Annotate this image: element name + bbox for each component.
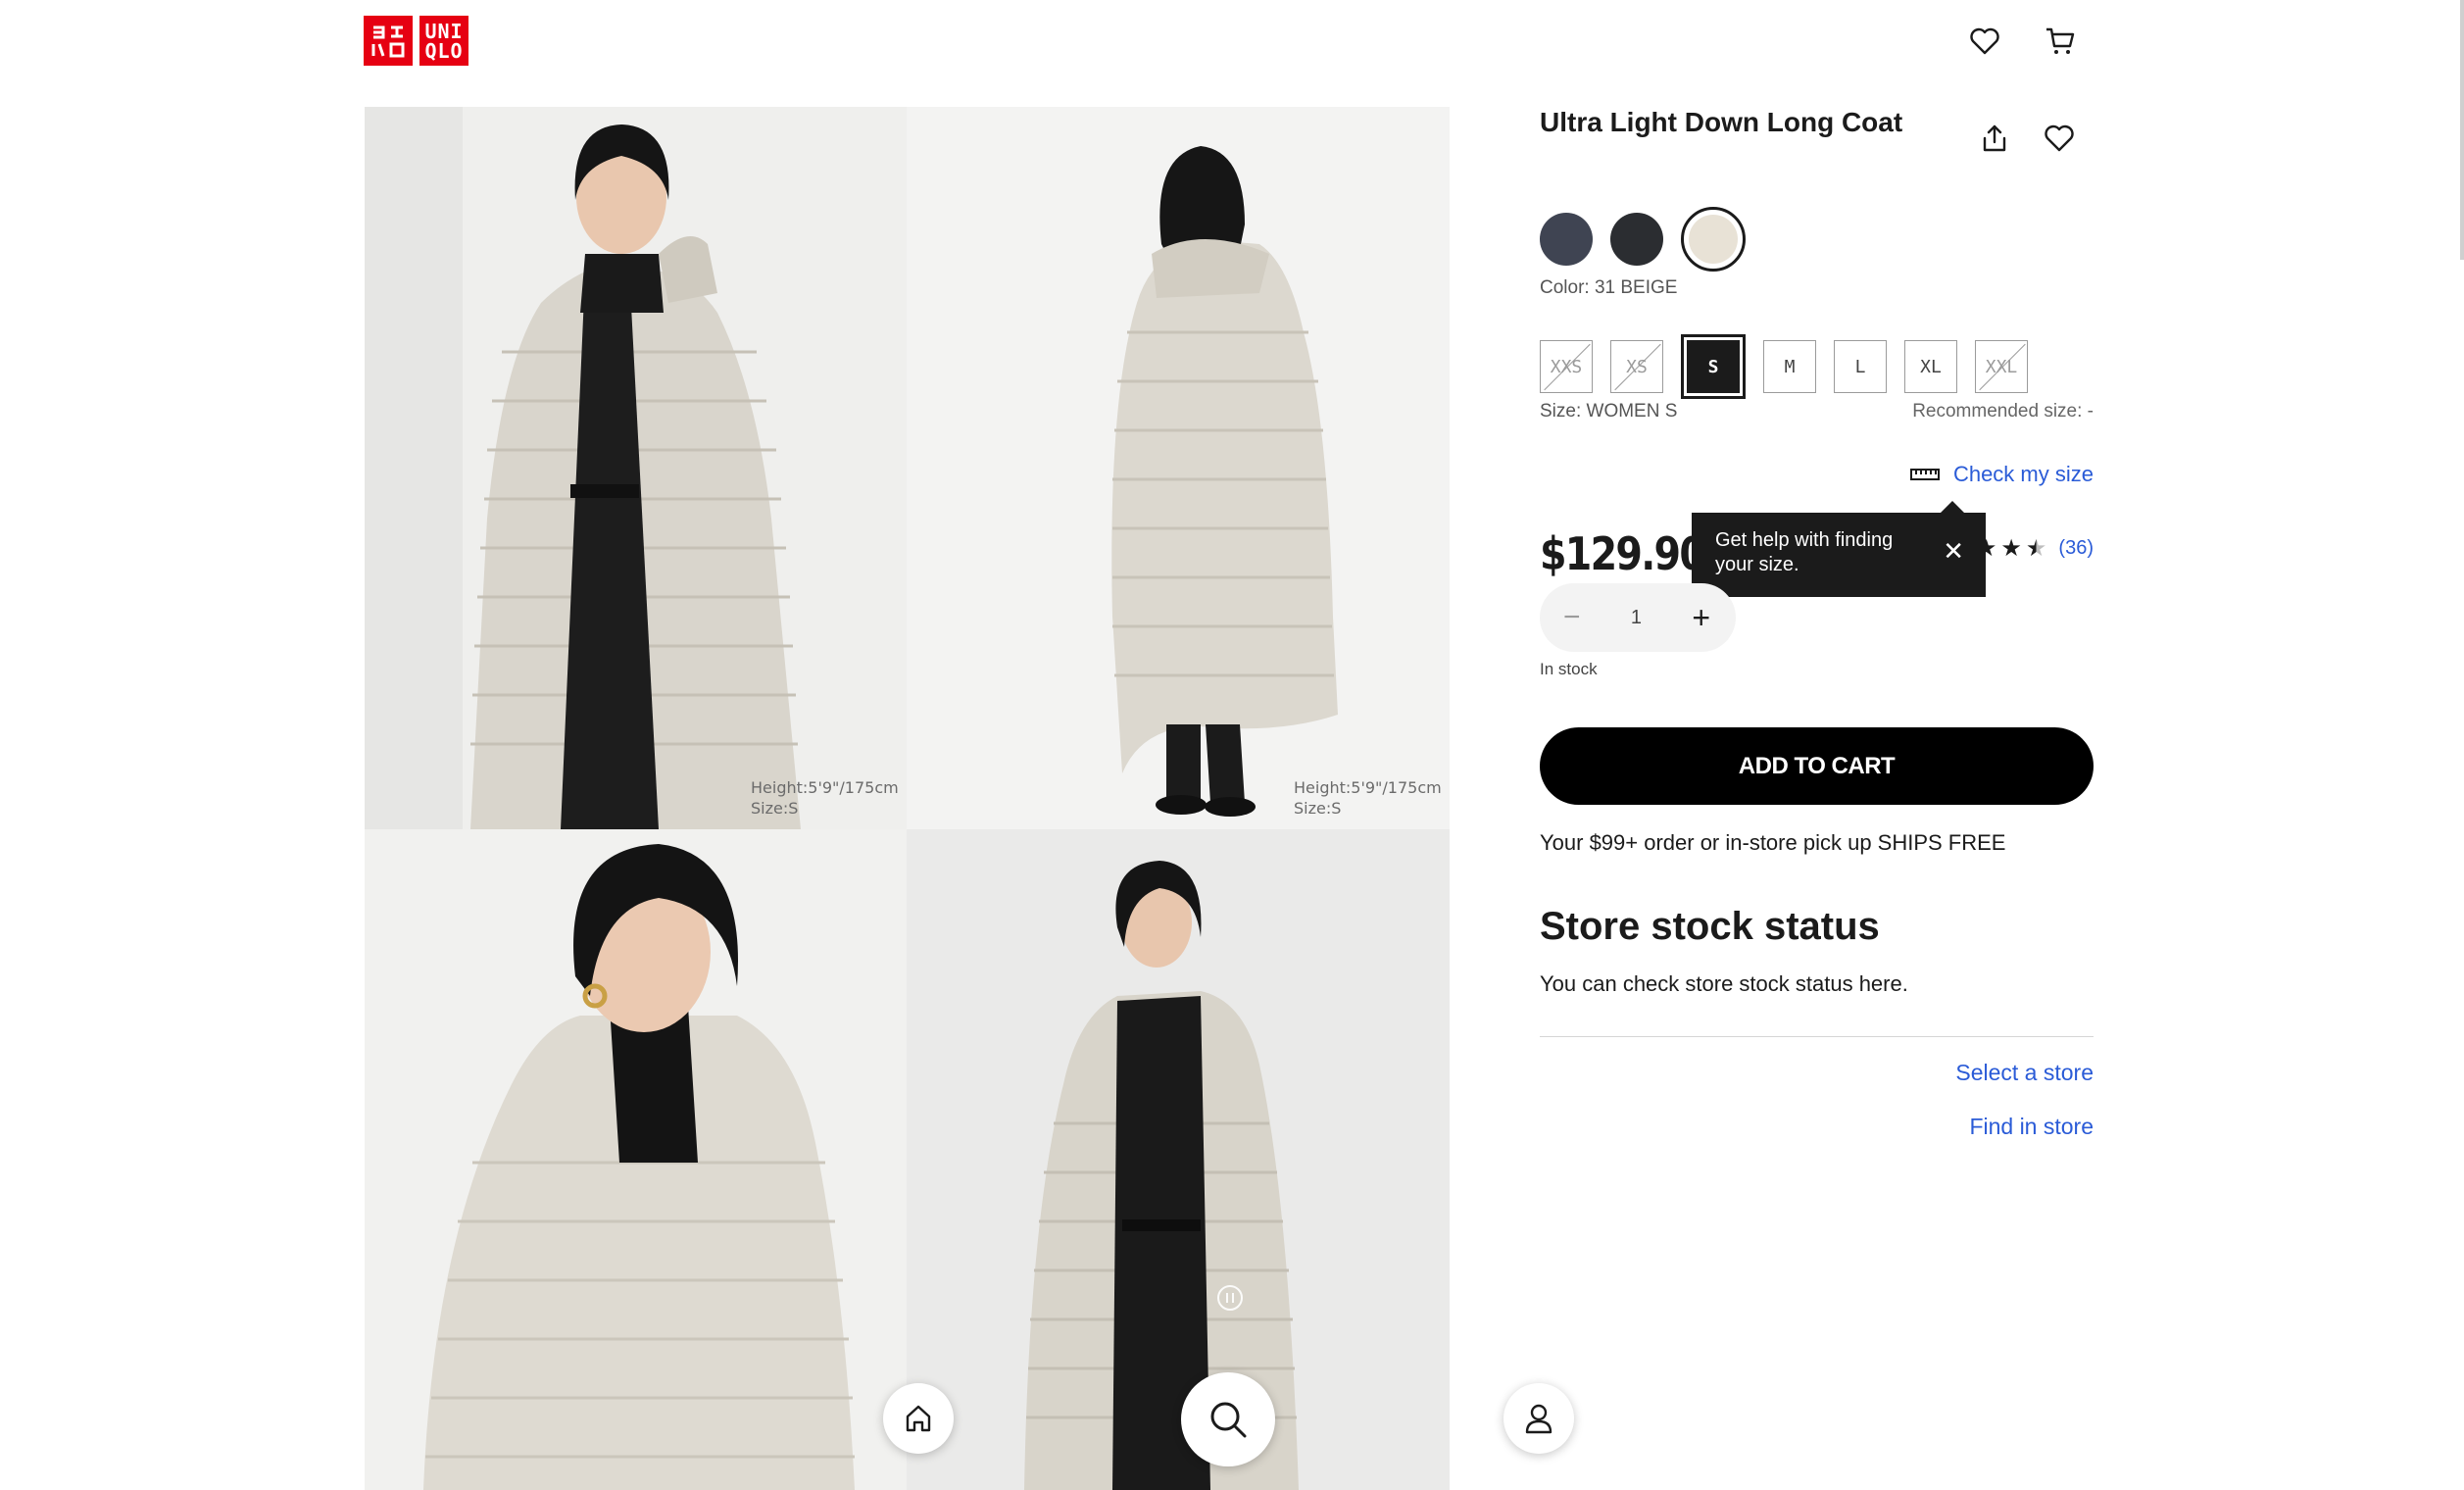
search-nav-button[interactable] — [1181, 1372, 1275, 1466]
tooltip-text: Get help with finding your size. — [1715, 529, 1894, 575]
review-count-link[interactable]: (36) — [2058, 537, 2094, 560]
logo-katakana-mark — [371, 25, 405, 57]
stock-status: In stock — [1540, 660, 1598, 678]
store-stock-description: You can check store stock status here. — [1540, 971, 1908, 996]
size-help-tooltip: Get help with finding your size. ✕ — [1692, 501, 1986, 597]
photo-caption-size: Size:S — [751, 799, 799, 818]
size-option-s[interactable]: S — [1681, 334, 1746, 399]
product-photo-closeup[interactable] — [365, 829, 907, 1490]
quantity-stepper: − 1 + — [1540, 583, 1736, 652]
photo-full-illustration — [907, 829, 1450, 1490]
color-swatches — [1540, 207, 1746, 272]
product-price: $129.90 — [1540, 527, 1706, 580]
favorite-heart-icon[interactable] — [2040, 119, 2079, 158]
slideshow-pause-button[interactable] — [1217, 1285, 1243, 1311]
cart-icon[interactable] — [2041, 22, 2080, 61]
selected-size-label: Size: WOMEN S — [1540, 401, 1678, 422]
photo-front-illustration — [365, 107, 907, 829]
size-option-xxl[interactable]: XXL — [1975, 340, 2028, 393]
size-option-m[interactable]: M — [1763, 340, 1816, 393]
recommended-size-label: Recommended size: - — [1912, 401, 2094, 422]
check-my-size-label: Check my size — [1952, 462, 2094, 486]
quantity-increase-button[interactable]: + — [1692, 600, 1710, 636]
star-full-icon: ★ — [2000, 535, 2022, 562]
photo-caption-height: Height:5'9"/175cm — [751, 778, 899, 797]
size-option-xxs[interactable]: XXS — [1540, 340, 1593, 393]
quantity-value[interactable]: 1 — [1631, 607, 1642, 629]
size-option-l[interactable]: L — [1834, 340, 1887, 393]
product-image-gallery: Height:5'9"/175cm Size:S Height:5'9"/175… — [365, 107, 1450, 1490]
user-icon — [1525, 1404, 1552, 1434]
shipping-info: Your $99+ order or in-store pick up SHIP… — [1540, 830, 2006, 855]
divider — [1540, 1036, 2094, 1037]
find-in-store-link[interactable]: Find in store — [1969, 1114, 2094, 1140]
logo-latin: UNI QLO — [419, 16, 468, 66]
store-stock-heading: Store stock status — [1540, 905, 1880, 948]
star-half-icon: ★ — [2025, 535, 2047, 562]
color-swatch-black[interactable] — [1610, 213, 1663, 266]
product-title: Ultra Light Down Long Coat — [1540, 107, 1903, 137]
photo-caption-height: Height:5'9"/175cm — [1294, 778, 1442, 797]
product-photo-back[interactable]: Height:5'9"/175cm Size:S — [907, 107, 1450, 829]
size-selector: XXS XS S M L XL XXL — [1540, 334, 2028, 399]
search-icon — [1210, 1402, 1247, 1438]
wishlist-heart-icon[interactable] — [1965, 22, 2004, 61]
size-option-xl[interactable]: XL — [1904, 340, 1957, 393]
color-swatch-navy[interactable] — [1540, 213, 1593, 266]
color-swatch-beige[interactable] — [1681, 207, 1746, 272]
photo-back-illustration — [907, 107, 1450, 829]
home-icon — [906, 1405, 931, 1432]
home-nav-button[interactable] — [883, 1383, 954, 1454]
logo-latin-line2: QLO — [424, 38, 464, 63]
add-to-cart-button[interactable]: ADD TO CART — [1540, 727, 2094, 805]
logo-latin-line1: UNI — [424, 19, 464, 43]
ruler-icon — [1909, 469, 1940, 480]
account-nav-button[interactable] — [1503, 1383, 1574, 1454]
scrollbar-thumb[interactable] — [2460, 0, 2464, 260]
share-icon[interactable] — [1975, 119, 2014, 158]
product-photo-full[interactable] — [907, 829, 1450, 1490]
select-store-link[interactable]: Select a store — [1955, 1060, 2094, 1086]
photo-caption-size: Size:S — [1294, 799, 1342, 818]
uniqlo-logo[interactable]: UNI QLO — [364, 16, 468, 66]
tooltip-close-icon[interactable]: ✕ — [1943, 538, 1964, 564]
color-swatch-beige-fill — [1689, 215, 1738, 264]
selected-color-label: Color: 31 BEIGE — [1540, 277, 1678, 298]
photo-closeup-illustration — [365, 829, 907, 1490]
logo-katakana — [364, 16, 413, 66]
quantity-decrease-button[interactable]: − — [1563, 601, 1581, 634]
product-photo-front[interactable]: Height:5'9"/175cm Size:S — [365, 107, 907, 829]
size-option-xs[interactable]: XS — [1610, 340, 1663, 393]
check-my-size-link[interactable]: Check my size — [1909, 462, 2094, 487]
